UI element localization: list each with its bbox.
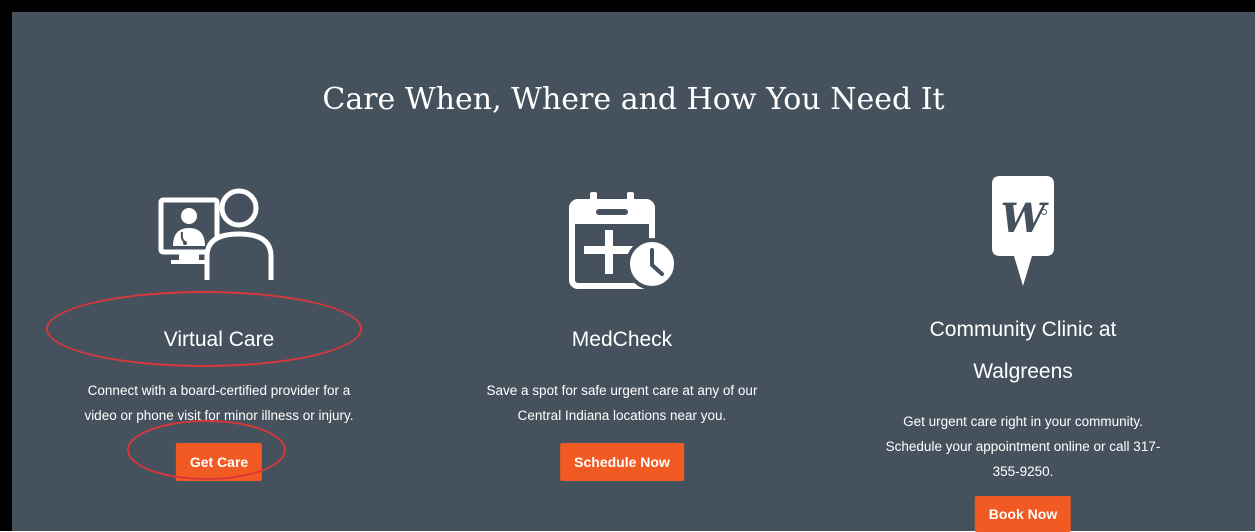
virtual-care-card: Virtual Care Connect with a board-certif…	[34, 12, 404, 531]
medcheck-description: Save a spot for safe urgent care at any …	[432, 378, 812, 428]
community-clinic-description-line: 355-9250.	[992, 464, 1054, 479]
community-clinic-title: Community Clinic at Walgreens	[828, 311, 1218, 391]
care-options-section: Care When, Where and How You Need It Vir…	[0, 0, 1255, 532]
medcheck-description-line: Save a spot for safe urgent care at any …	[486, 383, 758, 398]
medcheck-description-line: Central Indiana locations near you.	[517, 408, 727, 423]
community-clinic-card: W Community Clinic at Walgreens Get urge…	[828, 12, 1218, 532]
svg-text:W: W	[1001, 195, 1050, 242]
community-clinic-title-line: Walgreens	[973, 360, 1073, 383]
walgreens-logo-icon: W	[988, 174, 1058, 288]
community-clinic-description-line: Get urgent care right in your community.	[903, 414, 1143, 429]
virtual-care-title: Virtual Care	[163, 328, 275, 351]
get-care-button[interactable]: Get Care	[175, 443, 263, 481]
community-clinic-description: Get urgent care right in your community.…	[828, 409, 1218, 484]
telehealth-doctor-icon	[157, 188, 281, 284]
community-clinic-title-line: Community Clinic at	[929, 318, 1117, 341]
book-now-button[interactable]: Book Now	[974, 496, 1072, 532]
calendar-clock-icon	[562, 188, 682, 292]
virtual-care-description-line: Connect with a board-certified provider …	[87, 383, 351, 398]
schedule-now-button[interactable]: Schedule Now	[560, 443, 684, 481]
medcheck-card: MedCheck Save a spot for safe urgent car…	[432, 12, 812, 531]
virtual-care-description-line: video or phone visit for minor illness o…	[84, 408, 354, 423]
medcheck-title: MedCheck	[571, 328, 673, 351]
virtual-care-description: Connect with a board-certified provider …	[34, 378, 404, 428]
community-clinic-description-line: Schedule your appointment online or call…	[885, 439, 1161, 454]
